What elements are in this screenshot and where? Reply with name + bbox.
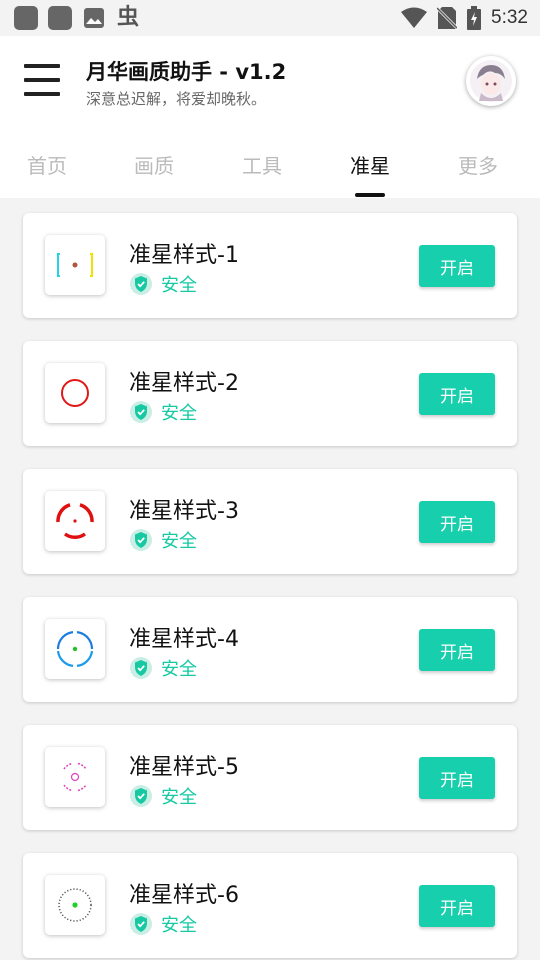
app-square-icon	[48, 6, 72, 30]
safe-badge: 安全	[129, 911, 197, 937]
crosshair-blue-arcs-icon	[45, 619, 105, 679]
status-bar: 虫 5:32	[0, 0, 540, 36]
enable-button[interactable]: 开启	[419, 245, 495, 287]
image-icon	[82, 6, 106, 30]
enable-button[interactable]: 开启	[419, 757, 495, 799]
avatar[interactable]	[466, 56, 516, 106]
list-item: 准星样式-1 安全 开启	[23, 213, 517, 318]
enable-button[interactable]: 开启	[419, 373, 495, 415]
wifi-icon	[401, 7, 428, 28]
tab-more[interactable]: 更多	[424, 150, 532, 179]
item-title: 准星样式-5	[129, 755, 239, 780]
enable-button[interactable]: 开启	[419, 629, 495, 671]
item-title: 准星样式-4	[129, 627, 239, 652]
shield-check-icon	[130, 401, 152, 423]
crosshair-red-arcs-icon	[45, 491, 105, 551]
crosshair-list[interactable]: 准星样式-1 安全 开启 准星样式-2 安全 开启 准星样式-3 安全 开启 准…	[0, 198, 540, 960]
app-title: 月华画质助手 - v1.2	[86, 60, 287, 84]
list-item: 准星样式-5 安全 开启	[23, 725, 517, 830]
list-item: 准星样式-6 安全 开启	[23, 853, 517, 958]
shield-check-icon	[130, 785, 152, 807]
safe-badge: 安全	[129, 399, 197, 425]
no-sim-icon	[437, 6, 458, 30]
item-title: 准星样式-2	[129, 371, 239, 396]
item-title: 准星样式-3	[129, 499, 239, 524]
status-time: 5:32	[491, 7, 528, 28]
list-item: 准星样式-3 安全 开启	[23, 469, 517, 574]
crosshair-pink-dotted-icon	[45, 747, 105, 807]
shield-check-icon	[130, 913, 152, 935]
list-item: 准星样式-4 安全 开启	[23, 597, 517, 702]
shield-check-icon	[130, 529, 152, 551]
active-tab-indicator	[355, 193, 385, 197]
shield-check-icon	[130, 657, 152, 679]
crosshair-red-circle-icon	[45, 363, 105, 423]
tab-home[interactable]: 首页	[0, 150, 101, 179]
enable-button[interactable]: 开启	[419, 885, 495, 927]
enable-button[interactable]: 开启	[419, 501, 495, 543]
safe-badge: 安全	[129, 655, 197, 681]
crosshair-brackets-icon	[45, 235, 105, 295]
tab-bar: 首页 画质 工具 准星 更多	[0, 128, 540, 198]
item-title: 准星样式-1	[129, 243, 239, 268]
safe-badge: 安全	[129, 527, 197, 553]
list-item: 准星样式-2 安全 开启	[23, 341, 517, 446]
tab-tools[interactable]: 工具	[208, 150, 316, 179]
item-title: 准星样式-6	[129, 883, 239, 908]
safe-badge: 安全	[129, 783, 197, 809]
menu-icon[interactable]	[24, 64, 60, 96]
shield-check-icon	[130, 273, 152, 295]
tab-quality[interactable]: 画质	[100, 150, 208, 179]
app-square-icon	[14, 6, 38, 30]
tab-crosshair[interactable]: 准星	[316, 150, 424, 179]
status-right-icons: 5:32	[401, 4, 528, 32]
app-header: 月华画质助手 - v1.2 深意总迟解，将爱却晚秋。	[0, 36, 540, 128]
safe-badge: 安全	[129, 271, 197, 297]
status-left-icons: 虫	[14, 6, 140, 30]
crosshair-gray-dotted-icon	[45, 875, 105, 935]
battery-charging-icon	[467, 6, 482, 30]
bug-icon: 虫	[116, 5, 139, 30]
app-subtitle: 深意总迟解，将爱却晚秋。	[86, 90, 267, 108]
